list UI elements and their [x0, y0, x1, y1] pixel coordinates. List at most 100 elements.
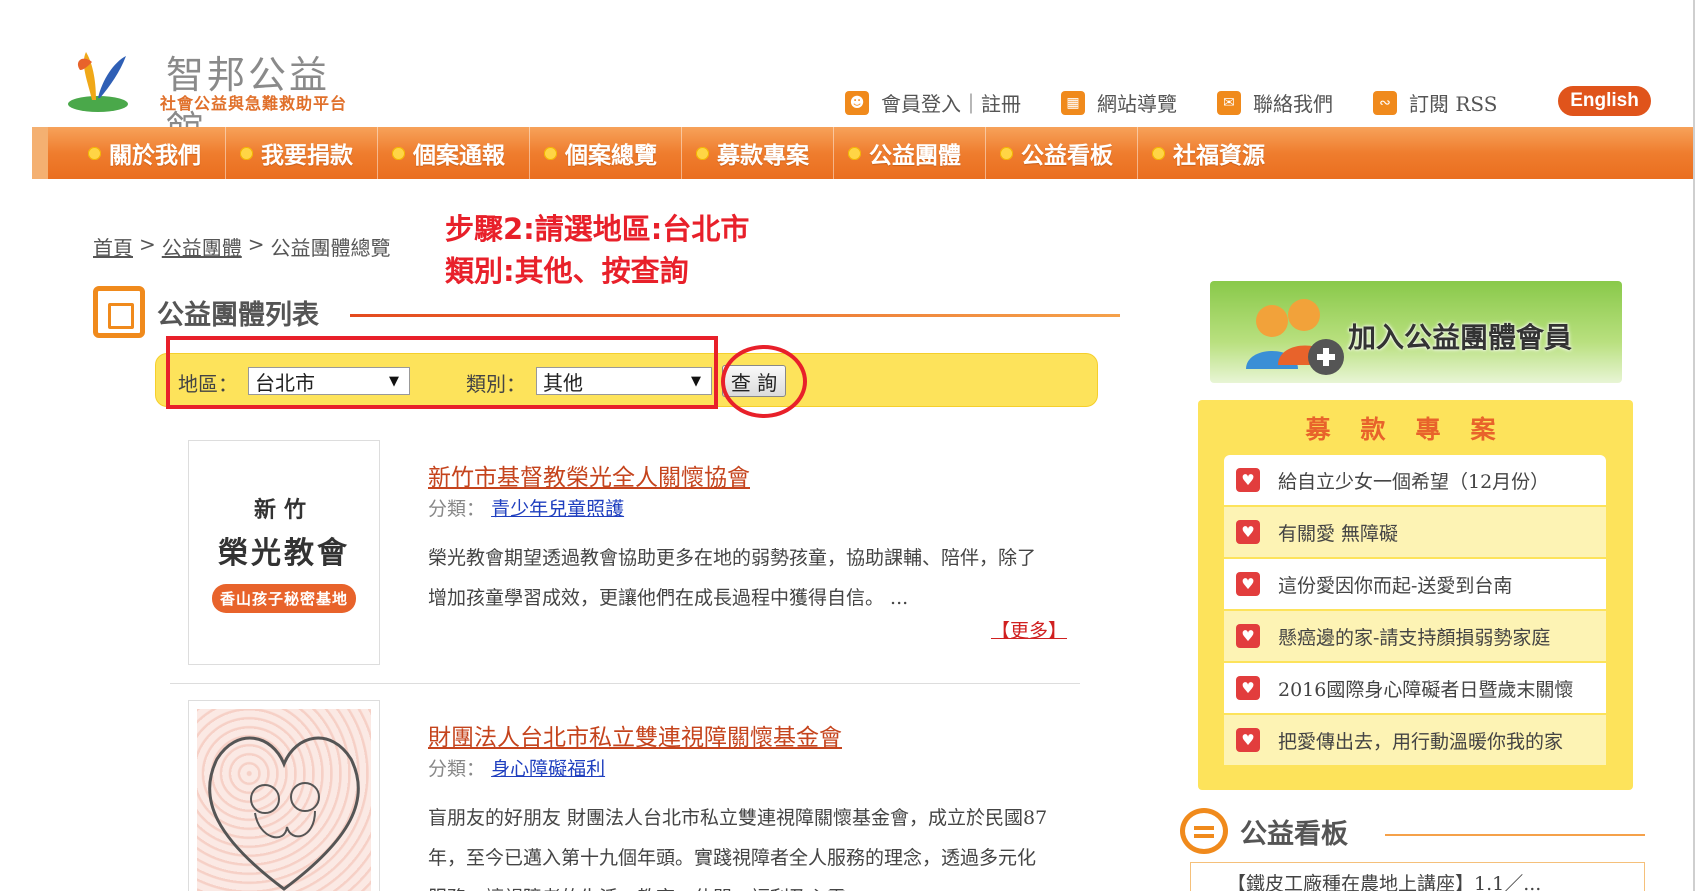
nav-label: 公益看板 [1021, 143, 1113, 169]
bullet-icon [88, 146, 101, 160]
english-button[interactable]: English [1558, 86, 1651, 116]
bullet-icon [1000, 146, 1013, 160]
fundraising-item[interactable]: ♥ 給自立少女一個希望（12月份） [1224, 455, 1606, 507]
fundraising-title: 募款專案 [1305, 415, 1526, 444]
board-item-link[interactable]: 【鐵皮工廠種在農地上講座】1.1／... [1227, 869, 1541, 891]
nav-label: 個案總覽 [565, 143, 657, 169]
heart-icon: ♥ [1236, 728, 1260, 752]
fundraising-list: ♥ 給自立少女一個希望（12月份） ♥ 有關愛 無障礙 ♥ 這份愛因你而起-送愛到台南… [1224, 455, 1606, 767]
list-icon [93, 286, 145, 338]
breadcrumb: 首頁 > 公益團體 > 公益團體總覽 [93, 232, 391, 261]
rss-link[interactable]: ∾ 訂閱 RSS [1373, 88, 1497, 117]
rss-icon: ∾ [1373, 90, 1397, 115]
category-link[interactable]: 青少年兒童照護 [491, 498, 624, 520]
sitemap-icon: ▦ [1061, 90, 1085, 115]
fundraising-item[interactable]: ♥ 把愛傳出去，用行動溫暖你我的家 [1224, 715, 1606, 767]
contact-label: 聯絡我們 [1253, 92, 1333, 116]
board-header: 公益看板 [1180, 808, 1348, 854]
join-member-label: 加入公益團體會員 [1348, 321, 1573, 354]
fundraising-item-label: 把愛傳出去，用行動溫暖你我的家 [1278, 730, 1564, 753]
fundraising-item[interactable]: ♥ 2016國際身心障礙者日暨歲末關懷 [1224, 663, 1606, 715]
fundraising-item-label: 給自立少女一個希望（12月份） [1278, 470, 1550, 493]
fundraising-item[interactable]: ♥ 有關愛 無障礙 [1224, 507, 1606, 559]
heart-icon: ♥ [1236, 572, 1260, 596]
section-header: 公益團體列表 [93, 286, 319, 338]
drawing-image [197, 709, 371, 891]
nav-item-charities[interactable]: 公益團體 [834, 127, 986, 179]
section-title: 公益團體列表 [157, 299, 319, 331]
board-list: 【鐵皮工廠種在農地上講座】1.1／... [1190, 862, 1645, 891]
charity-thumbnail[interactable] [188, 700, 380, 891]
sitemap-link[interactable]: ▦ 網站導覽 [1061, 88, 1177, 117]
heart-icon: ♥ [1236, 624, 1260, 648]
charity-category: 分類： 身心障礙福利 [428, 754, 605, 781]
fundraising-item-label: 這份愛因你而起-送愛到台南 [1278, 574, 1513, 597]
nav-label: 公益團體 [869, 143, 961, 169]
fundraising-item[interactable]: ♥ 懸癌邊的家-請支持顏損弱勢家庭 [1224, 611, 1606, 663]
heart-icon: ♥ [1236, 468, 1260, 492]
speech-bubble-icon [1180, 808, 1228, 854]
bullet-icon [544, 146, 557, 160]
sitemap-label: 網站導覽 [1097, 92, 1177, 116]
charity-title-link[interactable]: 財團法人台北市私立雙連視障關懷基金會 [428, 718, 842, 752]
category-prefix: 分類： [428, 758, 486, 780]
fundraising-item[interactable]: ♥ 這份愛因你而起-送愛到台南 [1224, 559, 1606, 611]
annotation-line-2: 類別:其他、按查詢 [445, 254, 689, 288]
entry-divider [170, 683, 1080, 684]
breadcrumb-charities-link[interactable]: 公益團體 [162, 232, 242, 261]
top-links: ☻ 會員登入｜註冊 ▦ 網站導覽 ✉ 聯絡我們 ∾ 訂閱 RSS [845, 88, 1537, 117]
thumbnail-badge: 香山孩子秘密基地 [211, 584, 356, 613]
heart-icon: ♥ [1236, 676, 1260, 700]
charity-title-link[interactable]: 新竹市基督教榮光全人關懷協會 [428, 458, 750, 492]
category-prefix: 分類： [428, 498, 486, 520]
charity-category: 分類： 青少年兒童照護 [428, 494, 624, 521]
bullet-icon [240, 146, 253, 160]
breadcrumb-separator: > [139, 232, 156, 256]
nav-item-about[interactable]: 關於我們 [74, 127, 226, 179]
nav-label: 個案通報 [413, 143, 505, 169]
nav-item-fundraising[interactable]: 募款專案 [682, 127, 834, 179]
bullet-icon [1152, 146, 1165, 160]
nav-label: 募款專案 [717, 143, 809, 169]
nav-item-resources[interactable]: 社福資源 [1138, 127, 1289, 179]
fundraising-item-label: 2016國際身心障礙者日暨歲末關懷 [1278, 678, 1574, 701]
board-title: 公益看板 [1240, 818, 1348, 850]
nav-label: 社福資源 [1173, 143, 1265, 169]
category-link[interactable]: 身心障礙福利 [491, 758, 605, 780]
charity-entry: 新竹 榮光教會 香山孩子秘密基地 新竹市基督教榮光全人關懷協會 分類： 青少年兒… [170, 440, 1082, 670]
contact-link[interactable]: ✉ 聯絡我們 [1217, 88, 1333, 117]
thumbnail-text: 榮光教會 [218, 536, 350, 571]
logo-mark-icon [68, 52, 128, 112]
charity-description: 盲朋友的好朋友 財團法人台北市私立雙連視障關懷基金會，成立於民國87年，至今已邁… [428, 807, 1048, 891]
heart-icon: ♥ [1236, 520, 1260, 544]
thumbnail-text: 新竹 [253, 498, 314, 523]
member-login-link[interactable]: ☻ 會員登入｜註冊 [845, 88, 1021, 117]
add-people-icon [1246, 299, 1344, 375]
nav-item-donate[interactable]: 我要捐款 [226, 127, 378, 179]
bullet-icon [392, 146, 405, 160]
main-nav: 關於我們 我要捐款 個案通報 個案總覽 募款專案 公益團體 公益看板 社福資源 [32, 127, 1693, 179]
fundraising-panel: 募款專案 ♥ 給自立少女一個希望（12月份） ♥ 有關愛 無障礙 ♥ 這份愛因你而起-… [1198, 400, 1633, 790]
fundraising-item-label: 懸癌邊的家-請支持顏損弱勢家庭 [1278, 626, 1551, 649]
nav-item-board[interactable]: 公益看板 [986, 127, 1138, 179]
bullet-icon [696, 146, 709, 160]
rss-label: 訂閱 RSS [1409, 92, 1498, 116]
more-link[interactable]: 【更多】 [991, 616, 1067, 643]
annotation-highlight-circle [721, 345, 807, 418]
charity-description: 榮光教會期望透過教會協助更多在地的弱勢孩童，協助課輔、陪伴，除了增加孩童學習成效… [428, 547, 1037, 609]
fundraising-item-label: 有關愛 無障礙 [1278, 522, 1399, 545]
site-logo[interactable]: 智邦公益館 社會公益與急難救助平台 [62, 38, 362, 152]
nav-label: 我要捐款 [261, 143, 353, 169]
nav-item-report-case[interactable]: 個案通報 [378, 127, 530, 179]
nav-item-case-overview[interactable]: 個案總覽 [530, 127, 682, 179]
annotation-line-1: 步驟2:請選地區:台北市 [445, 212, 750, 246]
nav-label: 關於我們 [109, 143, 201, 169]
board-divider [1385, 834, 1645, 836]
join-member-banner[interactable]: 加入公益團體會員 [1210, 281, 1622, 383]
breadcrumb-separator: > [247, 232, 265, 256]
charity-thumbnail[interactable]: 新竹 榮光教會 香山孩子秘密基地 [188, 440, 380, 665]
member-login-label: 會員登入｜註冊 [881, 92, 1021, 116]
contact-icon: ✉ [1217, 90, 1241, 115]
breadcrumb-home-link[interactable]: 首頁 [93, 232, 133, 261]
charity-entry: 財團法人台北市私立雙連視障關懷基金會 分類： 身心障礙福利 盲朋友的好朋友 財團… [170, 700, 1082, 891]
